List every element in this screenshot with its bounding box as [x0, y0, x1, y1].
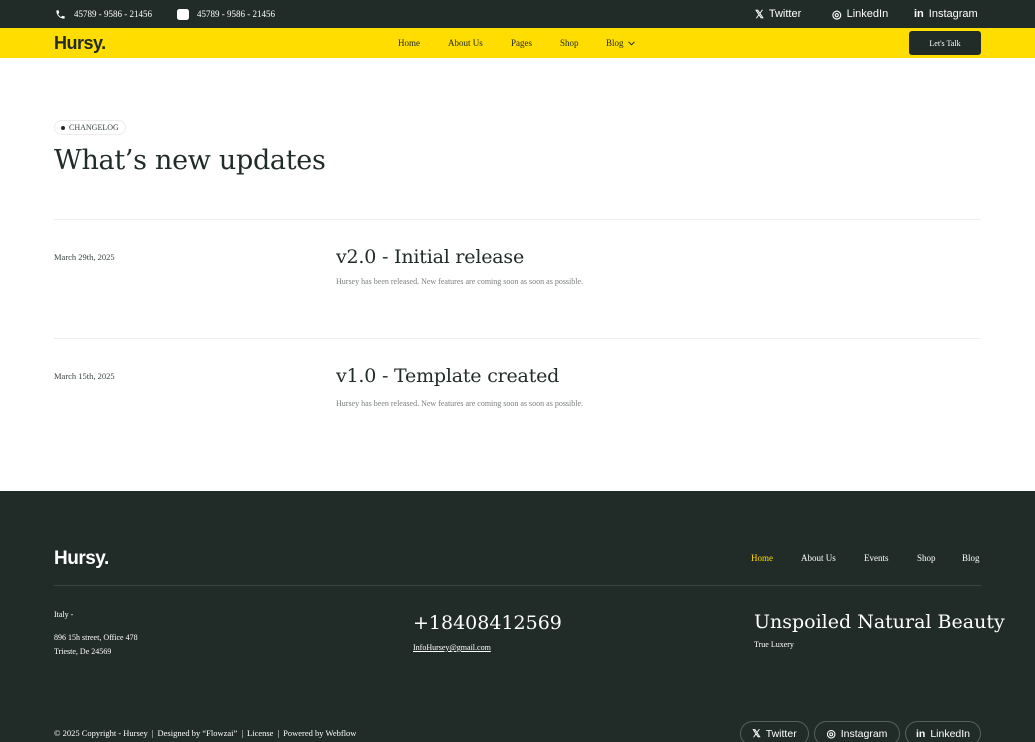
copyright-line: © 2025 Copyright - Hursey | Designed by “F…: [54, 728, 356, 738]
footer-nav-shop[interactable]: Shop: [917, 547, 936, 569]
entry-title: v2.0 - Initial release: [336, 246, 524, 268]
footer-logo[interactable]: Hursy.: [54, 548, 109, 570]
entry-date: March 15th, 2025: [54, 371, 115, 381]
phone-contact[interactable]: 45789 - 9586 - 21456: [54, 0, 152, 28]
footer-divider: [54, 585, 981, 586]
entry-description: Hursey has been released. New features a…: [336, 399, 584, 408]
separator: |: [151, 728, 154, 738]
x-icon: 𝕏: [752, 727, 761, 740]
footer-tagline: Unspoiled Natural Beauty: [754, 611, 1005, 633]
page-title: What’s new updates: [54, 145, 326, 176]
message-contact[interactable]: 45789 - 9586 - 21456: [177, 0, 275, 28]
address-country: Italy -: [54, 610, 74, 619]
linkedin-icon: in: [914, 8, 924, 20]
footer-nav-events[interactable]: Events: [864, 547, 889, 569]
badge-label: CHANGELOG: [69, 123, 119, 132]
x-icon: 𝕏: [755, 8, 764, 21]
chevron-down-icon: [627, 40, 635, 46]
footer-twitter-button[interactable]: 𝕏 Twitter: [740, 721, 809, 742]
nav-item-shop[interactable]: Shop: [560, 28, 579, 58]
separator: |: [277, 728, 280, 738]
footer-phone[interactable]: +18408412569: [413, 612, 562, 634]
designed-by-link[interactable]: Designed by “Flowzai”: [158, 728, 238, 738]
phone-number-2: 45789 - 9586 - 21456: [197, 9, 275, 19]
top-bar: 45789 - 9586 - 21456 45789 - 9586 - 2145…: [0, 0, 1035, 28]
footer-linkedin-button[interactable]: in LinkedIn: [905, 721, 981, 742]
lets-talk-button[interactable]: Let's Talk: [909, 31, 981, 55]
topbar-linkedin-label: LinkedIn: [846, 8, 889, 20]
topbar-twitter-link[interactable]: 𝕏 Twitter: [755, 0, 801, 28]
nav-item-about[interactable]: About Us: [448, 28, 483, 58]
topbar-instagram-link[interactable]: in Instagram: [914, 0, 978, 28]
copyright-text: © 2025 Copyright - Hursey: [54, 728, 148, 738]
nav-item-blog[interactable]: Blog: [606, 28, 635, 58]
nav-item-home[interactable]: Home: [398, 28, 420, 58]
footer-email-link[interactable]: InfoHursey@gmail.com: [413, 643, 491, 652]
divider: [54, 219, 981, 220]
footer-subtagline: True Luxery: [754, 640, 794, 649]
site-footer: Hursy. Home About Us Events Shop Blog It…: [0, 491, 1035, 742]
powered-by-link[interactable]: Powered by Webflow: [283, 728, 356, 738]
separator: |: [241, 728, 244, 738]
address-line-2: Trieste, De 24569: [54, 647, 112, 656]
divider: [54, 338, 981, 339]
site-logo[interactable]: Hursy.: [54, 33, 106, 54]
footer-instagram-label: Instagram: [840, 727, 888, 740]
phone-icon: [54, 8, 66, 20]
footer-nav-about[interactable]: About Us: [801, 547, 836, 569]
phone-number: 45789 - 9586 - 21456: [74, 9, 152, 19]
entry-title: v1.0 - Template created: [336, 365, 560, 387]
entry-date: March 29th, 2025: [54, 252, 115, 262]
license-link[interactable]: License: [247, 728, 273, 738]
instagram-icon: ◎: [826, 727, 836, 740]
footer-linkedin-label: LinkedIn: [930, 727, 971, 740]
footer-instagram-button[interactable]: ◎ Instagram: [814, 721, 900, 742]
message-icon: [177, 8, 189, 20]
changelog-badge: CHANGELOG: [54, 120, 126, 135]
address-line-1: 896 15h street, Office 478: [54, 633, 138, 642]
topbar-instagram-label: Instagram: [928, 8, 978, 20]
instagram-icon: ◎: [832, 8, 842, 21]
footer-twitter-label: Twitter: [765, 727, 797, 740]
footer-nav-home[interactable]: Home: [751, 547, 773, 569]
footer-nav-blog[interactable]: Blog: [962, 547, 980, 569]
entry-description: Hursey has been released. New features a…: [336, 277, 584, 286]
nav-item-blog-label: Blog: [606, 38, 624, 48]
nav-item-pages[interactable]: Pages: [511, 28, 532, 58]
dot-icon: [61, 125, 65, 130]
linkedin-icon: in: [915, 727, 926, 740]
topbar-twitter-label: Twitter: [768, 8, 802, 20]
topbar-linkedin-link[interactable]: ◎ LinkedIn: [832, 0, 888, 28]
main-nav: Hursy. Home About Us Pages Shop Blog Let…: [0, 28, 1035, 58]
